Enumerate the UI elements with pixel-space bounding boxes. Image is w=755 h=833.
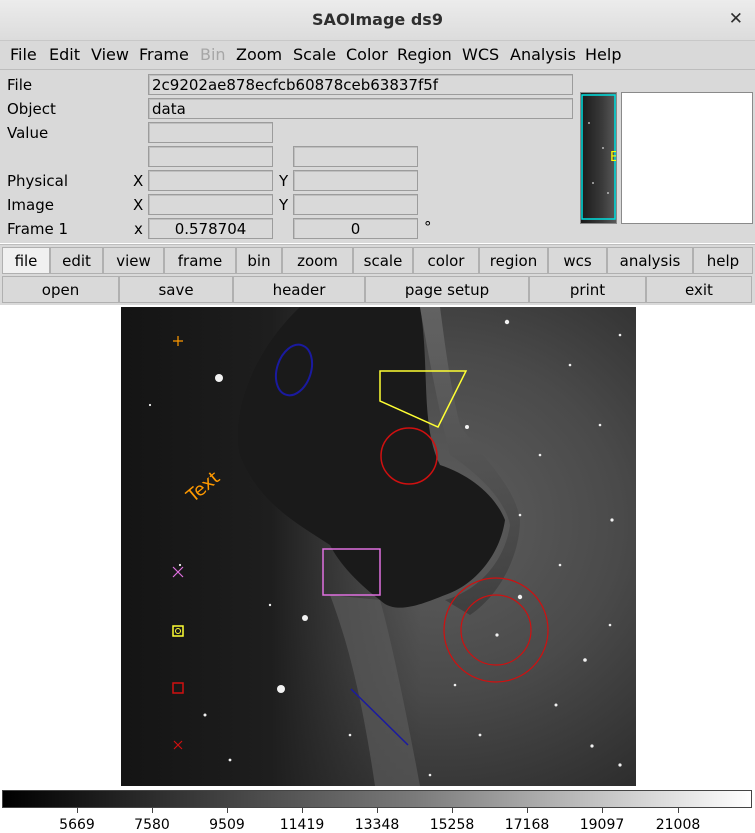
wcs-x-field	[148, 146, 273, 167]
button-bin[interactable]: bin	[236, 247, 282, 274]
menu-scale[interactable]: Scale	[293, 45, 336, 64]
image-canvas[interactable]: Text	[0, 305, 755, 787]
menu-bar: File Edit View Frame Bin Zoom Scale Color Region…	[0, 41, 755, 70]
button-edit[interactable]: edit	[50, 247, 103, 274]
button-frame[interactable]: frame	[164, 247, 236, 274]
colorbar[interactable]	[2, 790, 752, 808]
colorbar-tick-mark	[377, 808, 378, 813]
colorbar-tick-label: 11419	[279, 817, 325, 833]
menu-view[interactable]: View	[91, 45, 129, 64]
close-icon[interactable]: ✕	[729, 9, 743, 29]
button-file[interactable]: file	[2, 247, 50, 274]
colorbar-tick-mark	[302, 808, 303, 813]
button-view[interactable]: view	[103, 247, 164, 274]
button-help[interactable]: help	[693, 247, 753, 274]
button-save[interactable]: save	[119, 276, 233, 303]
frame-zoom-field: 0.578704	[148, 218, 273, 239]
button-page-setup[interactable]: page setup	[365, 276, 529, 303]
frame-label: Frame 1	[7, 220, 69, 238]
image-svg[interactable]: Text	[0, 305, 755, 787]
button-exit[interactable]: exit	[646, 276, 752, 303]
value-field	[148, 122, 273, 143]
button-open[interactable]: open	[2, 276, 119, 303]
image-label: Image	[7, 196, 54, 214]
file-field: 2c9202ae878ecfcb60878ceb63837f5f	[148, 74, 573, 95]
colorbar-tick-mark	[678, 808, 679, 813]
physical-y-field	[293, 170, 418, 191]
file-label: File	[7, 76, 33, 94]
magnifier-view	[621, 92, 753, 224]
button-header[interactable]: header	[233, 276, 365, 303]
colorbar-tick-label: 15258	[429, 817, 475, 833]
colorbar-tick-label: 5669	[59, 817, 95, 833]
degree-symbol: °	[424, 218, 432, 236]
image-x-field	[148, 194, 273, 215]
frame-angle-field: 0	[293, 218, 418, 239]
colorbar-tick-label: 19097	[579, 817, 625, 833]
menu-file[interactable]: File	[10, 45, 37, 64]
colorbar-tick-label: 21008	[655, 817, 701, 833]
menu-color[interactable]: Color	[346, 45, 388, 64]
colorbar-tick-label: 13348	[354, 817, 400, 833]
panner-label: E	[610, 150, 616, 165]
button-print[interactable]: print	[529, 276, 646, 303]
colorbar-tick-label: 9509	[209, 817, 245, 833]
title-bar: SAOImage ds9 ✕	[0, 0, 755, 41]
colorbar-tick-mark	[527, 808, 528, 813]
button-zoom[interactable]: zoom	[282, 247, 353, 274]
button-bar: file edit view frame bin zoom scale color region…	[0, 244, 755, 306]
button-scale[interactable]: scale	[353, 247, 413, 274]
menu-wcs[interactable]: WCS	[462, 45, 499, 64]
button-color[interactable]: color	[413, 247, 479, 274]
colorbar-tick-mark	[602, 808, 603, 813]
info-panel: File 2c9202ae878ecfcb60878ceb63837f5f Ob…	[0, 70, 755, 243]
button-wcs[interactable]: wcs	[548, 247, 607, 274]
panner-view[interactable]: E	[580, 92, 617, 224]
window-title: SAOImage ds9	[312, 10, 443, 29]
frame-x-label: x	[134, 220, 143, 238]
colorbar-tick-mark	[77, 808, 78, 813]
value-label: Value	[7, 124, 49, 142]
object-field: data	[148, 98, 573, 119]
menu-frame[interactable]: Frame	[139, 45, 189, 64]
menu-edit[interactable]: Edit	[49, 45, 80, 64]
menu-analysis[interactable]: Analysis	[510, 45, 576, 64]
button-analysis[interactable]: analysis	[607, 247, 693, 274]
colorbar-tick-mark	[227, 808, 228, 813]
physical-x-label: X	[133, 172, 144, 190]
image-y-field	[293, 194, 418, 215]
colorbar-tick-mark	[452, 808, 453, 813]
image-y-label: Y	[279, 196, 289, 214]
menu-region[interactable]: Region	[397, 45, 452, 64]
image-x-label: X	[133, 196, 144, 214]
menu-help[interactable]: Help	[585, 45, 621, 64]
colorbar-tick-label: 17168	[504, 817, 550, 833]
menu-bin: Bin	[200, 45, 226, 64]
object-label: Object	[7, 100, 56, 118]
physical-label: Physical	[7, 172, 69, 190]
colorbar-tick-label: 7580	[134, 817, 170, 833]
colorbar-tick-mark	[152, 808, 153, 813]
button-region[interactable]: region	[479, 247, 548, 274]
menu-zoom[interactable]: Zoom	[236, 45, 282, 64]
wcs-y-field	[293, 146, 418, 167]
astronomical-image	[121, 307, 636, 786]
physical-y-label: Y	[279, 172, 289, 190]
panner-thumbnail: E	[581, 93, 616, 223]
physical-x-field	[148, 170, 273, 191]
